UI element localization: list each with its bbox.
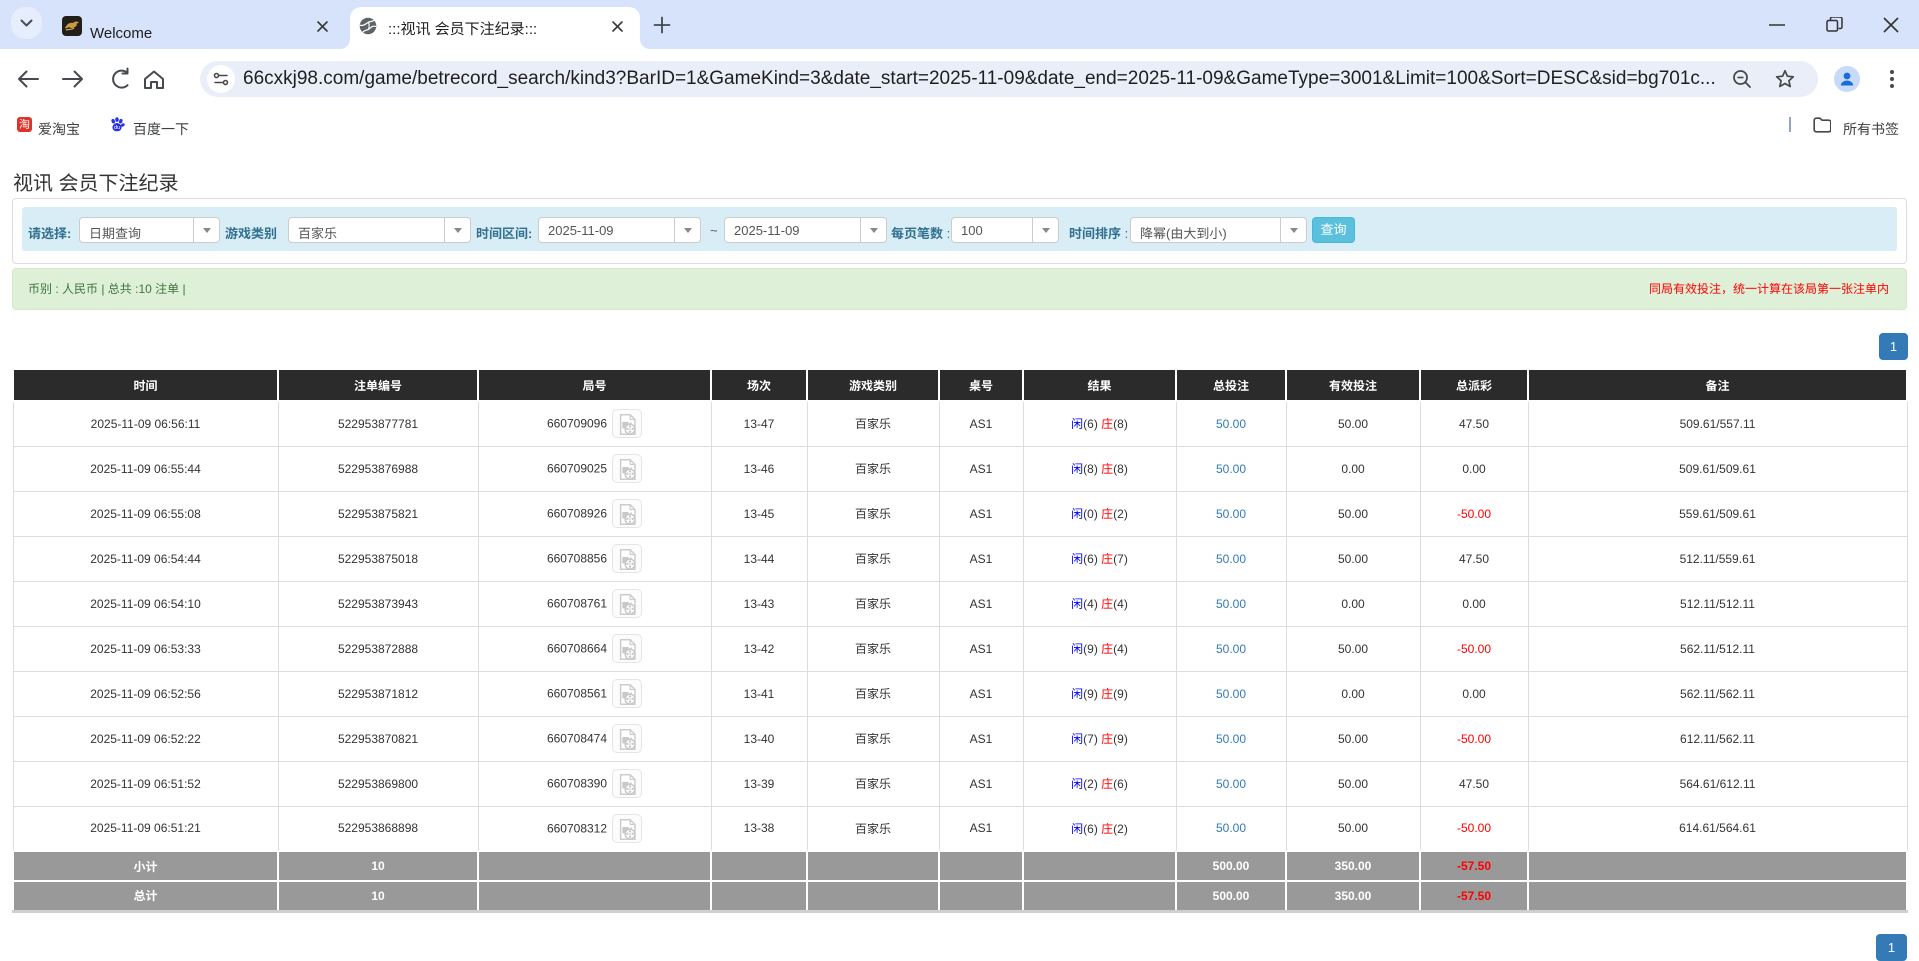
svg-text:du: du xyxy=(114,125,120,131)
